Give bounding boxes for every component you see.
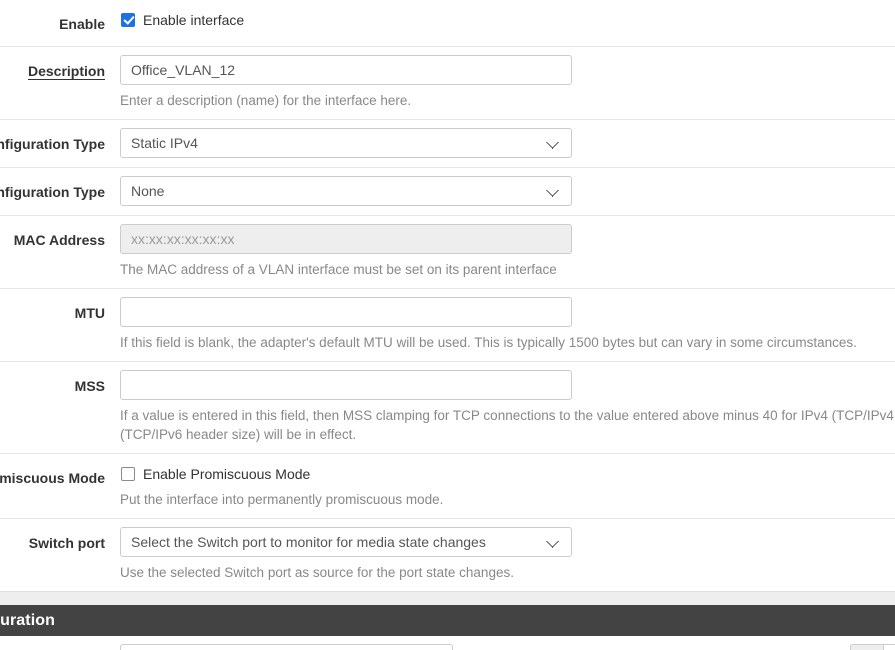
label-switch-port: Switch port (0, 527, 120, 552)
form-row-ipv4-configuration-type: IPv4 Configuration Type Static IPv4 (0, 120, 895, 168)
form-row-mss: MSS If a value is entered in this field,… (0, 362, 895, 454)
mac-address-help-text: The MAC address of a VLAN interface must… (120, 262, 557, 277)
promiscuous-mode-checkbox[interactable] (121, 467, 135, 481)
form-row-description: Description Enter a description (name) f… (0, 47, 895, 120)
switch-port-select[interactable]: Select the Switch port to monitor for me… (120, 527, 572, 557)
interface-configuration-page: Enable Enable interface Description Ente… (0, 0, 895, 650)
label-promiscuous-mode: Promiscuous Mode (0, 462, 120, 487)
label-mtu: MTU (0, 297, 120, 322)
promiscuous-mode-help-text: Put the interface into permanently promi… (120, 492, 444, 507)
ipv4-prefix-separator: / (850, 644, 883, 650)
field-ipv4-address: / 24 (120, 644, 895, 650)
label-enable-text: Enable (59, 16, 105, 32)
mtu-help-text: If this field is blank, the adapter's de… (120, 335, 857, 350)
mac-address-input (120, 224, 572, 254)
ipv6-configuration-type-select[interactable]: None (120, 176, 572, 206)
label-ipv4-configuration-type: IPv4 Configuration Type (0, 128, 120, 153)
label-promiscuous-mode-text: Promiscuous Mode (0, 470, 105, 486)
ipv4-prefix-group: / 24 (850, 644, 895, 650)
form-row-ipv4-address: IPv4 Address / 24 (0, 636, 895, 650)
label-mss: MSS (0, 370, 120, 395)
field-promiscuous-mode: Enable Promiscuous Mode Put the interfac… (120, 462, 895, 509)
ipv4-address-input[interactable] (120, 644, 453, 650)
ipv4-configuration-panel-header: IPv4 Configuration (0, 605, 895, 636)
field-enable: Enable interface (120, 8, 895, 30)
enable-interface-checkbox-label[interactable]: Enable interface (143, 10, 244, 30)
switch-port-help-text: Use the selected Switch port as source f… (120, 565, 514, 580)
ipv4-configuration-panel-title: IPv4 Configuration (0, 612, 56, 629)
mss-input[interactable] (120, 370, 572, 400)
field-switch-port: Select the Switch port to monitor for me… (120, 527, 895, 582)
field-description: Enter a description (name) for the inter… (120, 55, 895, 110)
interface-settings-form: Enable Enable interface Description Ente… (0, 0, 895, 650)
label-ipv6-configuration-type-text: IPv6 Configuration Type (0, 184, 105, 200)
description-help-text: Enter a description (name) for the inter… (120, 93, 412, 108)
enable-interface-checkbox-row[interactable]: Enable interface (120, 8, 895, 30)
label-enable: Enable (0, 8, 120, 33)
label-description: Description (0, 55, 120, 80)
form-row-ipv6-configuration-type: IPv6 Configuration Type None (0, 168, 895, 216)
label-description-text: Description (27, 63, 105, 79)
mtu-input[interactable] (120, 297, 572, 327)
enable-interface-checkbox[interactable] (121, 13, 135, 27)
field-ipv6-configuration-type: None (120, 176, 895, 206)
label-switch-port-text: Switch port (28, 535, 105, 551)
section-divider (0, 591, 895, 605)
ipv4-prefix-select[interactable]: 24 (883, 644, 895, 650)
label-ipv4-address: IPv4 Address (0, 644, 120, 650)
promiscuous-mode-checkbox-label[interactable]: Enable Promiscuous Mode (143, 464, 310, 484)
field-mtu: If this field is blank, the adapter's de… (120, 297, 895, 352)
mss-help-text: If a value is entered in this field, the… (120, 408, 895, 442)
promiscuous-mode-checkbox-row[interactable]: Enable Promiscuous Mode (120, 462, 895, 484)
description-input[interactable] (120, 55, 572, 85)
label-mss-text: MSS (74, 378, 105, 394)
form-row-switch-port: Switch port Select the Switch port to mo… (0, 519, 895, 591)
label-mac-address: MAC Address (0, 224, 120, 249)
label-mtu-text: MTU (74, 305, 105, 321)
field-mss: If a value is entered in this field, the… (120, 370, 895, 444)
label-ipv4-configuration-type-text: IPv4 Configuration Type (0, 136, 105, 152)
form-row-mtu: MTU If this field is blank, the adapter'… (0, 289, 895, 362)
field-mac-address: The MAC address of a VLAN interface must… (120, 224, 895, 279)
label-mac-address-text: MAC Address (13, 232, 105, 248)
form-row-promiscuous-mode: Promiscuous Mode Enable Promiscuous Mode… (0, 454, 895, 519)
ipv4-configuration-type-select[interactable]: Static IPv4 (120, 128, 572, 158)
field-ipv4-configuration-type: Static IPv4 (120, 128, 895, 158)
form-row-mac-address: MAC Address The MAC address of a VLAN in… (0, 216, 895, 289)
label-ipv6-configuration-type: IPv6 Configuration Type (0, 176, 120, 201)
form-row-enable: Enable Enable interface (0, 0, 895, 47)
